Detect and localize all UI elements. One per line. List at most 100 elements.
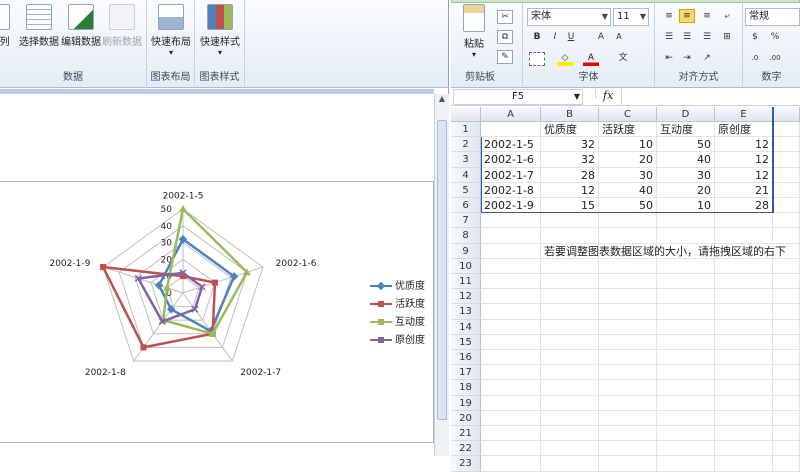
column-header[interactable]: E xyxy=(715,107,773,122)
align-left-icon[interactable]: ☰ xyxy=(661,31,677,45)
cell[interactable] xyxy=(481,426,541,442)
cell[interactable] xyxy=(715,228,773,244)
row-header[interactable]: 15 xyxy=(451,334,481,350)
cell[interactable]: 10 xyxy=(599,137,657,153)
cell[interactable]: 20 xyxy=(657,182,715,198)
cell[interactable] xyxy=(715,319,773,335)
cell[interactable] xyxy=(657,334,715,350)
wrap-text-icon[interactable]: ⤶ xyxy=(719,10,735,24)
cell[interactable]: 30 xyxy=(657,167,715,183)
cell[interactable] xyxy=(481,304,541,320)
cell[interactable] xyxy=(541,289,599,305)
column-header[interactable]: A xyxy=(481,107,541,122)
cut-icon[interactable]: ✂ xyxy=(497,10,513,24)
cell[interactable] xyxy=(481,441,541,457)
row-header[interactable]: 20 xyxy=(451,410,481,426)
cell[interactable] xyxy=(541,304,599,320)
cell[interactable] xyxy=(541,426,599,442)
row-header[interactable]: 22 xyxy=(451,441,481,457)
quick-layout-button[interactable]: 快速布局 ▾ xyxy=(149,4,193,57)
row-header[interactable]: 16 xyxy=(451,350,481,366)
cell[interactable] xyxy=(715,304,773,320)
row-header[interactable]: 12 xyxy=(451,289,481,305)
cell[interactable] xyxy=(773,334,800,350)
cell[interactable] xyxy=(599,334,657,350)
row-header[interactable]: 2 xyxy=(451,137,481,153)
cell[interactable]: 2002-1-9 xyxy=(481,198,541,214)
cell[interactable]: 28 xyxy=(541,167,599,183)
cell[interactable]: 12 xyxy=(715,137,773,153)
row-header[interactable]: 13 xyxy=(451,304,481,320)
currency-icon[interactable]: $ xyxy=(747,31,763,45)
cell[interactable] xyxy=(481,228,541,244)
underline-icon[interactable]: U xyxy=(563,31,579,45)
cell[interactable] xyxy=(599,274,657,290)
align-top-icon[interactable]: ≡ xyxy=(661,10,677,24)
cell[interactable] xyxy=(599,456,657,472)
cell[interactable] xyxy=(773,258,800,274)
name-box[interactable]: F5 ▼ xyxy=(453,89,583,105)
cell[interactable]: 21 xyxy=(715,182,773,198)
grow-font-icon[interactable]: A xyxy=(593,31,609,45)
cell[interactable] xyxy=(715,365,773,381)
cell[interactable] xyxy=(541,441,599,457)
cell[interactable] xyxy=(773,274,800,290)
cell[interactable] xyxy=(657,213,715,229)
cell[interactable] xyxy=(599,228,657,244)
cell[interactable] xyxy=(541,365,599,381)
cell[interactable]: 2002-1-5 xyxy=(481,137,541,153)
cell[interactable] xyxy=(657,410,715,426)
cell[interactable] xyxy=(715,350,773,366)
cell[interactable] xyxy=(773,198,800,214)
cell[interactable] xyxy=(481,410,541,426)
format-painter-icon[interactable]: ✎ xyxy=(497,50,513,64)
cell[interactable] xyxy=(773,395,800,411)
font-color-icon[interactable]: A xyxy=(583,52,599,66)
align-right-icon[interactable]: ☰ xyxy=(699,31,715,45)
cell[interactable] xyxy=(657,274,715,290)
cell[interactable]: 50 xyxy=(599,198,657,214)
cell[interactable] xyxy=(657,258,715,274)
cell[interactable]: 32 xyxy=(541,137,599,153)
refresh-data-button[interactable]: 刷新数据 xyxy=(101,4,143,48)
cell[interactable] xyxy=(773,319,800,335)
cell[interactable] xyxy=(715,274,773,290)
cell[interactable]: 2002-1-8 xyxy=(481,182,541,198)
cell[interactable] xyxy=(657,228,715,244)
number-format-select[interactable]: 常规 xyxy=(745,8,800,26)
cell[interactable] xyxy=(715,258,773,274)
cell[interactable] xyxy=(715,456,773,472)
cell[interactable] xyxy=(481,350,541,366)
cell[interactable] xyxy=(541,350,599,366)
cell[interactable] xyxy=(715,213,773,229)
cell[interactable]: 20 xyxy=(599,152,657,168)
cell[interactable] xyxy=(715,410,773,426)
row-header[interactable]: 14 xyxy=(451,319,481,335)
select-data-button[interactable]: 选择数据 xyxy=(18,4,60,48)
font-size-select[interactable]: 11 ▼ xyxy=(613,8,649,26)
align-bottom-icon[interactable]: ≡ xyxy=(699,10,715,24)
cell[interactable] xyxy=(657,380,715,396)
fill-color-icon[interactable]: ◇ xyxy=(557,52,573,66)
switch-row-column-button[interactable]: /列 xyxy=(0,4,14,48)
vertical-scrollbar[interactable]: ▲ xyxy=(434,94,449,456)
cell[interactable] xyxy=(715,380,773,396)
cell[interactable] xyxy=(773,365,800,381)
cell[interactable] xyxy=(773,441,800,457)
cell[interactable] xyxy=(481,213,541,229)
cell[interactable]: 50 xyxy=(657,137,715,153)
row-header[interactable]: 17 xyxy=(451,365,481,381)
cell[interactable] xyxy=(599,441,657,457)
decrease-decimal-icon[interactable]: .00 xyxy=(767,52,783,66)
cell[interactable] xyxy=(773,350,800,366)
row-header[interactable]: 5 xyxy=(451,182,481,198)
cell[interactable] xyxy=(657,456,715,472)
cell[interactable] xyxy=(773,304,800,320)
cell[interactable] xyxy=(481,243,541,259)
cell[interactable]: 2002-1-6 xyxy=(481,152,541,168)
cell[interactable] xyxy=(481,319,541,335)
cell[interactable] xyxy=(599,380,657,396)
cell[interactable] xyxy=(481,456,541,472)
cell[interactable]: 32 xyxy=(541,152,599,168)
bold-icon[interactable]: B xyxy=(529,31,545,45)
